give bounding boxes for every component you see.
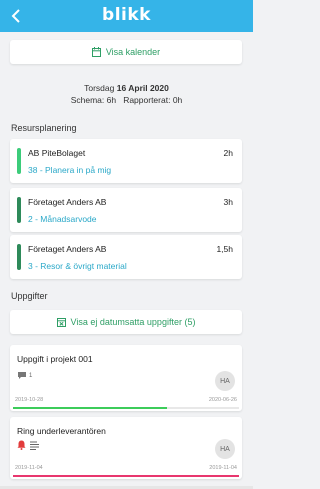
task-end-date: 2019-11-04: [209, 465, 237, 471]
task-start-date: 2019-10-28: [15, 397, 44, 403]
resource-color-bar: [17, 197, 21, 223]
comment-count: 1: [29, 372, 33, 379]
show-undated-tasks-button[interactable]: Visa ej datumsatta uppgifter (5): [10, 310, 242, 334]
resource-color-bar: [17, 148, 21, 174]
app-header: blikk: [0, 0, 253, 32]
show-calendar-label: Visa kalender: [105, 47, 161, 57]
resource-company: Företaget Anders AB: [28, 197, 107, 207]
task-progress-fill: [13, 407, 167, 409]
day-date: Torsdag 16 April 2020: [84, 83, 169, 93]
task-comments: 1: [17, 371, 32, 380]
resource-planning-title: Resursplanering: [11, 123, 77, 133]
app-logo: blikk: [102, 5, 151, 25]
resource-hours: 1,5h: [216, 244, 233, 254]
resource-hours: 2h: [223, 148, 233, 158]
task-card[interactable]: Ring underleverantören HA 2019-11-04 201…: [10, 417, 242, 479]
avatar: HA: [215, 371, 235, 391]
show-undated-tasks-label: Visa ej datumsatta uppgifter (5): [70, 317, 196, 327]
avatar: HA: [215, 439, 235, 459]
task-card[interactable]: Uppgift i projekt 001 1 HA 2019-10-28 20…: [10, 345, 242, 411]
resource-card[interactable]: Företaget Anders AB 1,5h 3 - Resor & övr…: [10, 235, 242, 279]
resource-card[interactable]: Företaget Anders AB 3h 2 - Månadsarvode: [10, 188, 242, 232]
day-hours: Schema: 6h Rapporterat: 0h: [70, 95, 183, 105]
resource-company: Företaget Anders AB: [28, 244, 107, 254]
bell-icon: [17, 440, 26, 450]
tasks-title: Uppgifter: [11, 291, 48, 301]
task-indicators: [17, 440, 40, 450]
task-progress-bar: [13, 475, 239, 477]
resource-company: AB PiteBolaget: [28, 148, 86, 158]
task-start-date: 2019-11-04: [15, 465, 43, 471]
resource-project-link[interactable]: 38 - Planera in på mig: [28, 165, 111, 175]
calendar-x-icon: [56, 318, 66, 327]
calendar-icon: [91, 47, 101, 57]
comment-icon: [18, 372, 26, 379]
show-calendar-button[interactable]: Visa kalender: [10, 40, 242, 64]
resource-hours: 3h: [223, 197, 233, 207]
day-summary: Torsdag 16 April 2020 Schema: 6h Rapport…: [0, 82, 253, 106]
resource-project-link[interactable]: 3 - Resor & övrigt material: [28, 261, 127, 271]
resource-color-bar: [17, 244, 21, 270]
description-icon: [30, 441, 39, 450]
task-progress-bar: [13, 407, 239, 409]
resource-card[interactable]: AB PiteBolaget 2h 38 - Planera in på mig: [10, 139, 242, 183]
task-title: Uppgift i projekt 001: [17, 354, 93, 364]
task-progress-fill: [13, 475, 239, 477]
task-title: Ring underleverantören: [17, 426, 106, 436]
task-end-date: 2020-06-26: [208, 397, 237, 403]
resource-project-link[interactable]: 2 - Månadsarvode: [28, 214, 97, 224]
